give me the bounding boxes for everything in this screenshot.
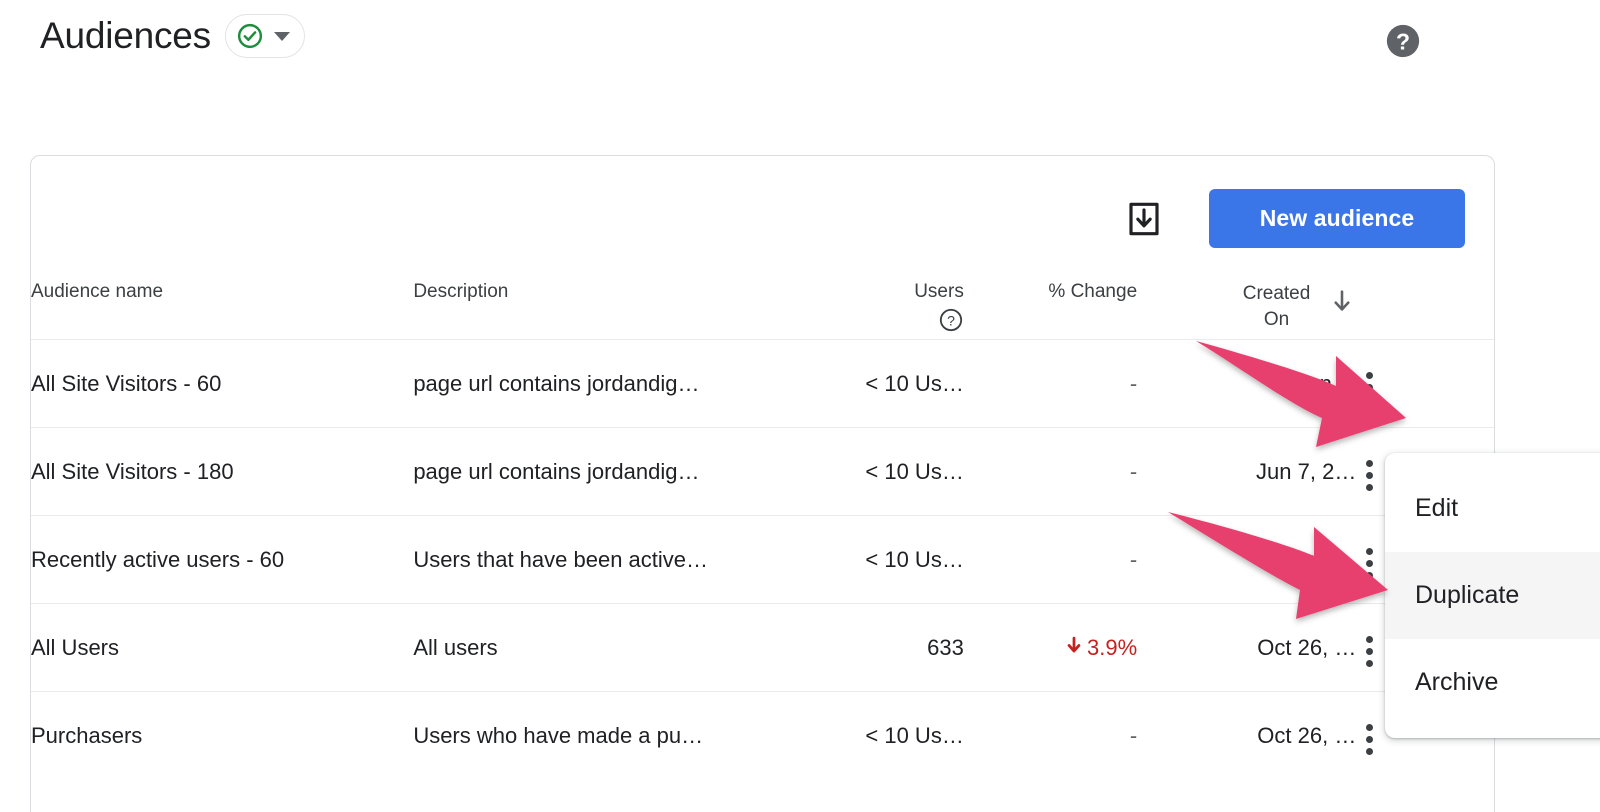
column-header-audience-name[interactable]: Audience name [31,281,413,340]
more-vert-icon[interactable] [1356,454,1383,497]
cell-users: < 10 Us… [865,722,964,748]
cell-actions [1356,340,1494,428]
check-circle-icon [236,22,264,50]
cell-percent-change: - [1129,546,1138,572]
cell-users: < 10 Us… [865,370,964,396]
audiences-table: Audience name Description Users ? % Chan… [31,281,1494,780]
cell-audience-name: All Site Visitors - 180 [31,458,234,484]
cell-description: page url contains jordandig… [413,370,700,396]
download-box-icon[interactable] [1124,199,1164,239]
column-header-created-on[interactable]: Created On [1137,281,1356,340]
cell-percent-change: - [1129,722,1138,748]
more-vert-icon[interactable] [1356,542,1383,585]
row-context-menu: Edit Duplicate Archive [1385,453,1600,738]
more-vert-icon[interactable] [1356,630,1383,673]
column-label-line1: Created [1242,283,1311,304]
chevron-down-icon [274,31,290,41]
cell-description: All users [413,634,498,660]
menu-item-duplicate[interactable]: Duplicate [1385,552,1600,639]
menu-item-archive[interactable]: Archive [1385,639,1600,726]
cell-audience-name: All Users [31,634,120,660]
svg-text:?: ? [1396,28,1410,54]
cell-created-on: Jun 7, 2… [1256,458,1357,484]
table-header-row: Audience name Description Users ? % Chan… [31,281,1494,340]
table-row[interactable]: All Site Visitors - 60 page url contains… [31,339,1494,428]
more-vert-icon[interactable] [1356,718,1383,761]
table-row[interactable]: Recently active users - 60 Users that ha… [31,515,1494,604]
cell-audience-name: Purchasers [31,722,143,748]
menu-item-edit[interactable]: Edit [1385,465,1600,552]
table-row[interactable]: Purchasers Users who have made a pu… < 1… [31,691,1494,780]
cell-description: Users who have made a pu… [413,722,704,748]
column-label: Created On [1243,281,1311,332]
card-toolbar: New audience [31,156,1494,281]
svg-text:?: ? [947,312,955,328]
change-down-indicator: 3.9% [1063,634,1137,662]
cell-created-on: Oct 26, … [1257,722,1357,748]
change-value: 3.9% [1086,634,1138,660]
cell-users: < 10 Us… [865,458,964,484]
new-audience-button[interactable]: New audience [1209,189,1465,248]
cell-percent-change: - [1129,458,1138,484]
cell-percent-change: 3.9% [964,604,1137,692]
cell-created-on: Jun 7… [1280,546,1357,572]
column-header-actions [1356,281,1494,340]
column-label-line2: On [1263,308,1290,330]
column-header-percent-change[interactable]: % Change [964,281,1137,340]
cell-description: page url contains jordandig… [413,458,700,484]
table-body: All Site Visitors - 60 page url contains… [31,339,1494,780]
cell-description: Users that have been active… [413,546,709,572]
cell-created-on: Oct 26, … [1257,634,1357,660]
cell-users: 633 [927,634,964,660]
cell-users: < 10 Us… [865,546,964,572]
cell-audience-name: Recently active users - 60 [31,546,285,572]
column-header-users[interactable]: Users ? [801,281,964,340]
table-row[interactable]: All Users All users 633 3.9% Oct 26, … [31,603,1494,692]
column-header-description[interactable]: Description [413,281,800,340]
help-circle-icon[interactable]: ? [1384,22,1422,60]
column-label: Description [413,281,509,302]
audiences-page: Audiences ? New audience Audience name D… [0,0,1600,812]
more-vert-icon[interactable] [1356,366,1383,409]
cell-percent-change: - [1129,370,1138,396]
page-header: Audiences [40,14,305,59]
audiences-card: New audience Audience name Description U… [30,155,1495,812]
audience-status-pill[interactable] [225,14,305,59]
table-header: Audience name Description Users ? % Chan… [31,281,1494,340]
arrow-down-icon[interactable] [1328,287,1356,321]
column-label: Users [914,281,964,302]
cell-created-on: Jun 7, [1296,370,1357,396]
page-title: Audiences [40,15,211,56]
arrow-down-icon [1063,634,1085,662]
cell-audience-name: All Site Visitors - 60 [31,370,222,396]
column-label: % Change [1048,281,1138,302]
column-label: Audience name [31,281,164,302]
table-row[interactable]: All Site Visitors - 180 page url contain… [31,427,1494,516]
help-circle-outline-icon[interactable]: ? [938,307,964,339]
